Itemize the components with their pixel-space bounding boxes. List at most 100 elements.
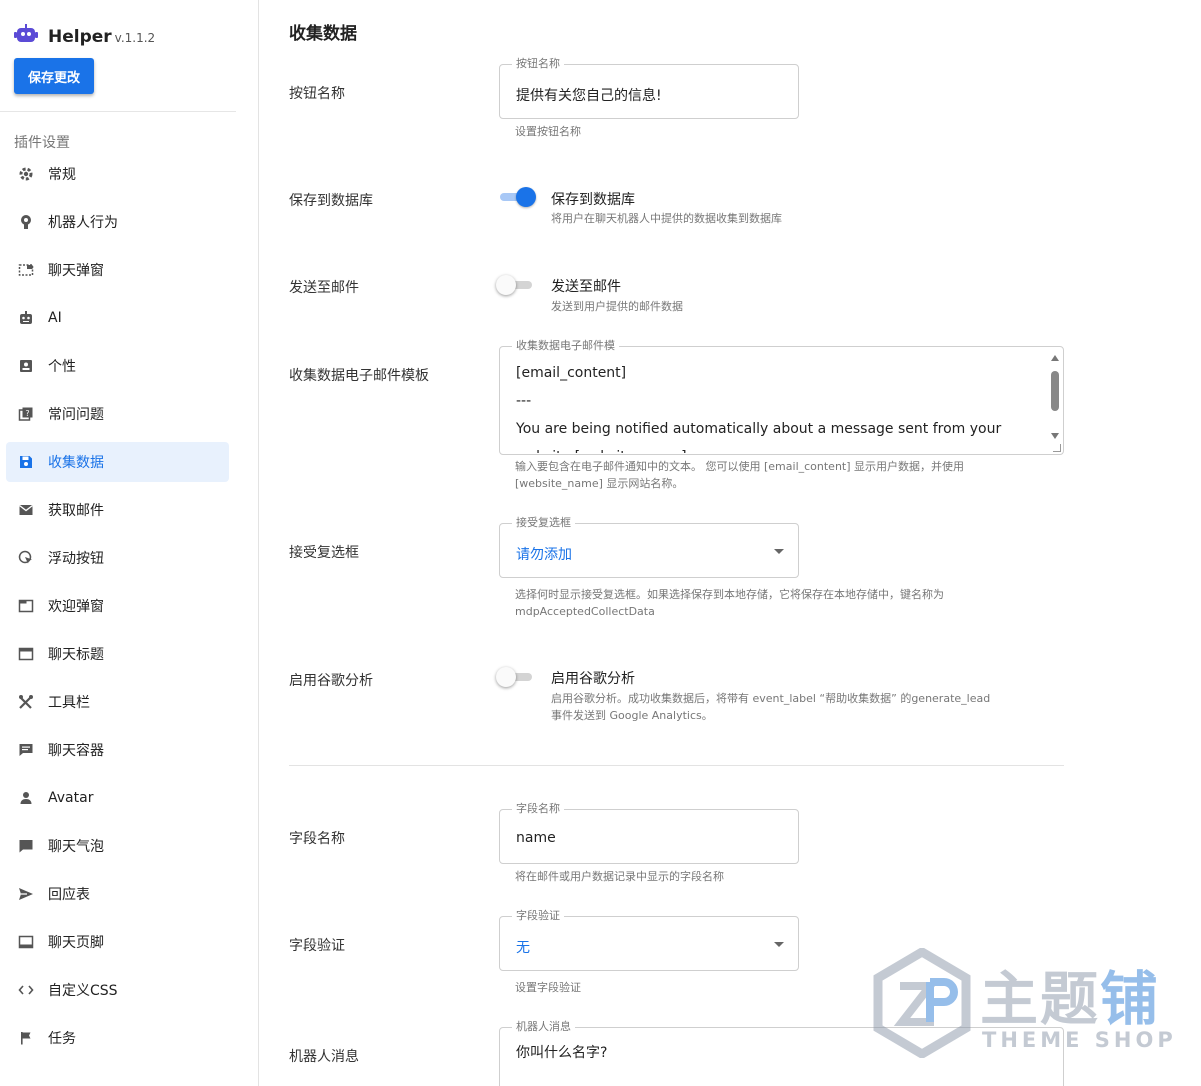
main-content: 收集数据 按钮名称 按钮名称 提供有关您自己的信息! 设置按钮名称 保存到数据库… <box>260 0 1201 1086</box>
sidebar-item-label: 自定义CSS <box>48 983 118 999</box>
field-name-helper: 将在邮件或用户数据记录中显示的字段名称 <box>515 870 724 883</box>
faq-icon: ? <box>18 406 34 422</box>
sidebar-item-welcome-popup[interactable]: 欢迎弹窗 <box>6 586 229 626</box>
page-title: 收集数据 <box>289 24 357 44</box>
textarea-scrollbar[interactable] <box>1050 355 1060 439</box>
google-analytics-desc: 启用谷歌分析。成功收集数据后，将带有 event_label “帮助收集数据” … <box>551 690 990 724</box>
sidebar-item-label: 浮动按钮 <box>48 551 104 567</box>
sidebar-divider <box>0 111 236 112</box>
email-template-helper-line-1: 输入要包含在电子邮件通知中的文本。 您可以使用 [email_content] … <box>515 460 965 473</box>
plugin-settings-label: 插件设置 <box>14 135 70 151</box>
accept-checkbox-value: 请勿添加 <box>516 547 572 563</box>
sidebar-item-chat-popup[interactable]: 聊天弹窗 <box>6 250 229 290</box>
sidebar-item-label: 欢迎弹窗 <box>48 599 104 615</box>
send-icon <box>18 886 34 902</box>
sidebar-item-label: 收集数据 <box>48 455 104 471</box>
accept-checkbox-helper: 选择何时显示接受复选框。如果选择保存到本地存储，它将保存在本地存储中，键名称为 … <box>515 586 944 620</box>
sidebar-item-ai[interactable]: AI <box>6 298 229 338</box>
bot-message-legend: 机器人消息 <box>512 1020 575 1034</box>
scroll-down-icon[interactable] <box>1051 433 1059 439</box>
sidebar-item-label: 工具栏 <box>48 695 90 711</box>
sidebar-item-bot-behavior[interactable]: 机器人行为 <box>6 202 229 242</box>
button-name-helper: 设置按钮名称 <box>515 125 581 138</box>
header-icon <box>18 646 34 662</box>
sidebar-item-label: 聊天弹窗 <box>48 263 104 279</box>
sidebar-item-chat-header[interactable]: 聊天标题 <box>6 634 229 674</box>
bot-message-value: 你叫什么名字? <box>516 1045 608 1061</box>
field-name-legend: 字段名称 <box>512 802 564 816</box>
cursor-icon <box>18 550 34 566</box>
save-icon <box>18 454 34 470</box>
robot-logo-icon <box>14 24 38 42</box>
email-template-helper: 输入要包含在电子邮件通知中的文本。 您可以使用 [email_content] … <box>515 458 964 492</box>
sidebar-item-custom-css[interactable]: 自定义CSS <box>6 970 229 1010</box>
button-name-input[interactable]: 按钮名称 提供有关您自己的信息! <box>499 57 799 119</box>
field-name-value: name <box>516 830 556 846</box>
flag-icon <box>18 1030 34 1046</box>
scroll-up-icon[interactable] <box>1051 355 1059 361</box>
email-template-textarea[interactable]: 收集数据电子邮件模 [email_content] --- You are be… <box>499 339 1064 455</box>
button-name-legend: 按钮名称 <box>512 57 564 71</box>
brain-icon <box>18 214 34 230</box>
sidebar-item-response-table[interactable]: 回应表 <box>6 874 229 914</box>
bot-message-textarea[interactable]: 机器人消息 你叫什么名字? <box>499 1020 1064 1086</box>
sidebar-item-label: 聊天容器 <box>48 743 104 759</box>
field-validation-select[interactable]: 字段验证 无 <box>499 909 799 971</box>
sidebar-item-label: 机器人行为 <box>48 215 118 231</box>
app-version: v.1.1.2 <box>114 31 156 45</box>
save-to-db-toggle[interactable] <box>500 187 536 207</box>
sidebar-nav: 常规 机器人行为 聊天弹窗 AI 个性 ? 常问问题 收集数据 获取邮件 浮动按… <box>6 154 229 1066</box>
sidebar-item-collect-data[interactable]: 收集数据 <box>6 442 229 482</box>
robot-icon <box>18 310 34 326</box>
sidebar-item-label: 获取邮件 <box>48 503 104 519</box>
sidebar-item-label: AI <box>48 310 62 326</box>
email-template-helper-line-2: [website_name] 显示网站名称。 <box>515 477 684 490</box>
sidebar-item-label: 个性 <box>48 359 76 375</box>
sidebar-item-get-email[interactable]: 获取邮件 <box>6 490 229 530</box>
sidebar-item-personality[interactable]: 个性 <box>6 346 229 386</box>
toggle-thumb <box>496 275 516 295</box>
chevron-down-icon <box>774 942 784 947</box>
scroll-thumb[interactable] <box>1051 371 1059 411</box>
sidebar-item-chat-container[interactable]: 聊天容器 <box>6 730 229 770</box>
chat-box-icon <box>18 742 34 758</box>
email-template-value: [email_content] --- You are being notifi… <box>516 365 1002 453</box>
toggle-thumb <box>496 667 516 687</box>
brand: Helper v.1.1.2 <box>14 18 155 47</box>
toggle-thumb <box>516 187 536 207</box>
send-email-toggle[interactable] <box>496 275 534 295</box>
sidebar-item-avatar[interactable]: Avatar <box>6 778 229 818</box>
sidebar-item-chat-bubble[interactable]: 聊天气泡 <box>6 826 229 866</box>
send-email-title: 发送至邮件 <box>551 279 621 295</box>
sidebar-item-label: 常规 <box>48 167 76 183</box>
save-to-db-desc: 将用户在聊天机器人中提供的数据收集到数据库 <box>551 212 782 225</box>
sidebar-item-label: Avatar <box>48 790 94 806</box>
button-name-value: 提供有关您自己的信息! <box>516 88 662 104</box>
person-card-icon <box>18 358 34 374</box>
tools-icon <box>18 694 34 710</box>
bot-message-label: 机器人消息 <box>289 1049 359 1065</box>
gear-icon <box>18 166 34 182</box>
sidebar-item-label: 回应表 <box>48 887 90 903</box>
sidebar-item-toolbar[interactable]: 工具栏 <box>6 682 229 722</box>
accept-checkbox-select[interactable]: 接受复选框 请勿添加 <box>499 516 799 578</box>
chevron-down-icon <box>774 549 784 554</box>
user-icon <box>18 790 34 806</box>
window-icon <box>18 598 34 614</box>
section-divider <box>289 765 1064 766</box>
sidebar-item-tasks[interactable]: 任务 <box>6 1018 229 1058</box>
resize-grip-icon[interactable] <box>1053 444 1061 452</box>
google-analytics-desc-line-2: 事件发送到 Google Analytics。 <box>551 709 713 722</box>
mail-icon <box>18 502 34 518</box>
sidebar-item-label: 常问问题 <box>48 407 104 423</box>
sidebar-item-general[interactable]: 常规 <box>6 154 229 194</box>
sidebar-item-floating-button[interactable]: 浮动按钮 <box>6 538 229 578</box>
save-changes-button[interactable]: 保存更改 <box>14 58 94 94</box>
sidebar-item-faq[interactable]: ? 常问问题 <box>6 394 229 434</box>
google-analytics-title: 启用谷歌分析 <box>551 671 635 687</box>
google-analytics-toggle[interactable] <box>496 667 534 687</box>
sidebar-item-chat-footer[interactable]: 聊天页脚 <box>6 922 229 962</box>
field-name-input[interactable]: 字段名称 name <box>499 802 799 864</box>
sidebar-item-label: 聊天气泡 <box>48 839 104 855</box>
field-validation-helper: 设置字段验证 <box>515 981 581 994</box>
